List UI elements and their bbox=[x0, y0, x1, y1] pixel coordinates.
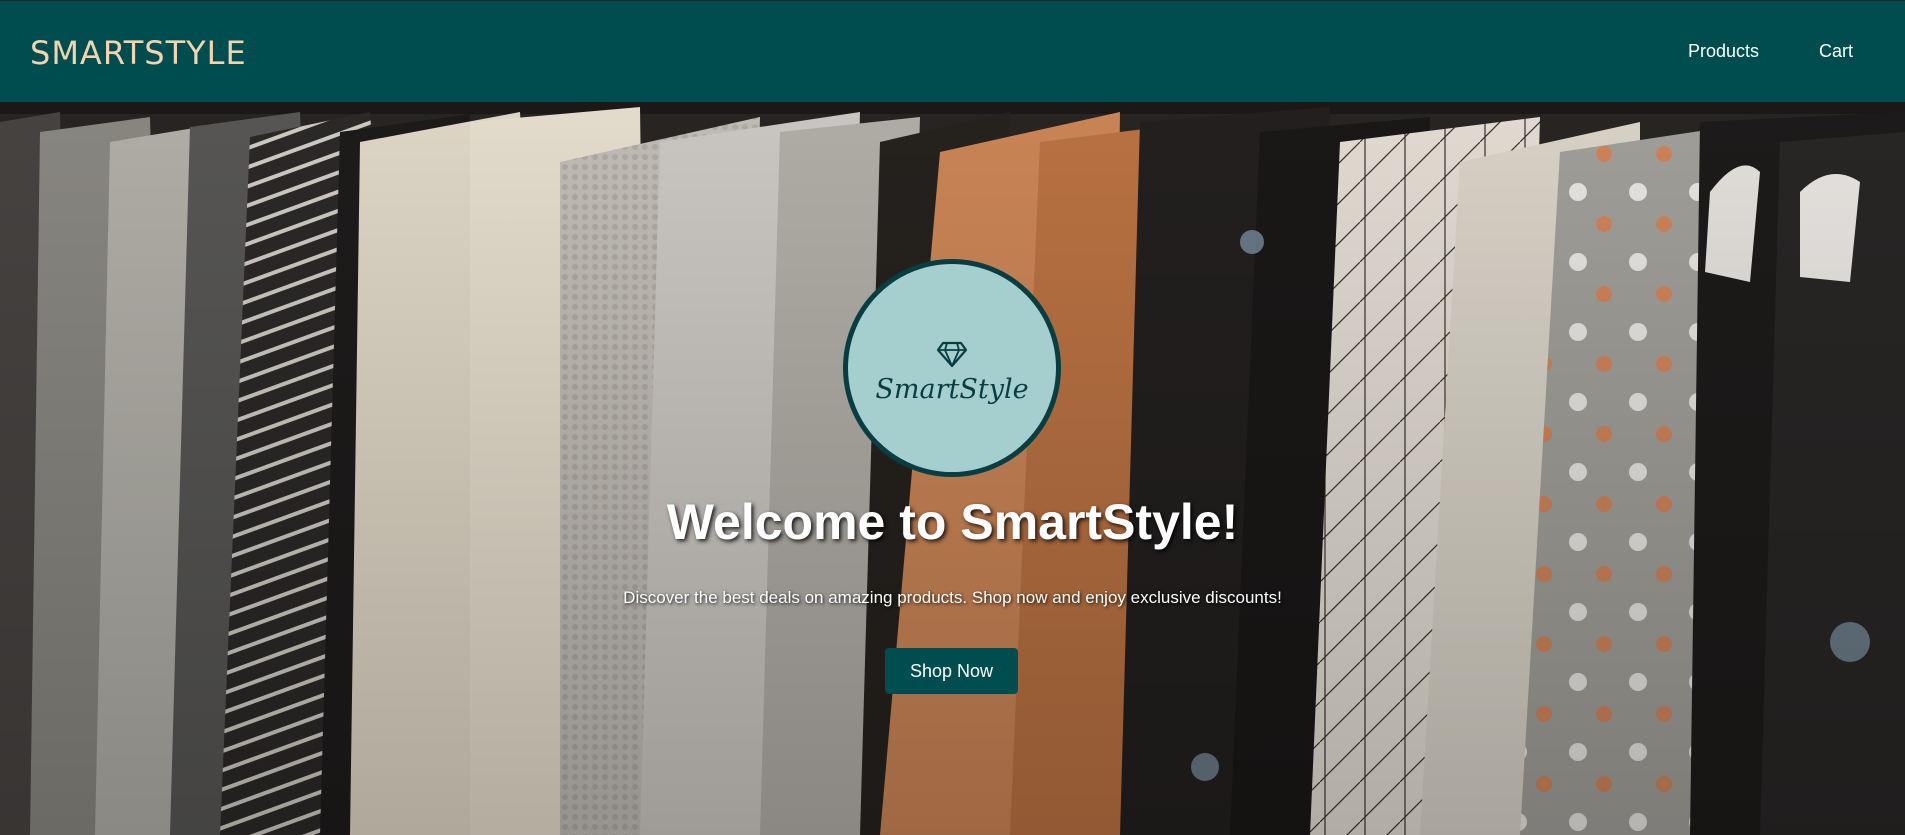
nav-link-products[interactable]: Products bbox=[1688, 41, 1759, 62]
hero-section: SmartStyle Welcome to SmartStyle! Discov… bbox=[0, 102, 1905, 835]
hero-title: Welcome to SmartStyle! bbox=[666, 494, 1239, 550]
brand-emblem: SmartStyle bbox=[843, 259, 1061, 477]
shop-now-button[interactable]: Shop Now bbox=[885, 648, 1018, 694]
hero-subtitle: Discover the best deals on amazing produ… bbox=[623, 588, 1282, 607]
top-navbar: SMARTSTYLE Products Cart bbox=[0, 0, 1905, 102]
diamond-icon bbox=[937, 341, 967, 367]
brand-logo-text[interactable]: SMARTSTYLE bbox=[30, 34, 247, 72]
emblem-brand-text: SmartStyle bbox=[875, 373, 1029, 405]
nav-links: Products Cart bbox=[1688, 41, 1853, 62]
hero-content: SmartStyle Welcome to SmartStyle! Discov… bbox=[0, 102, 1905, 835]
nav-link-cart[interactable]: Cart bbox=[1819, 41, 1853, 62]
